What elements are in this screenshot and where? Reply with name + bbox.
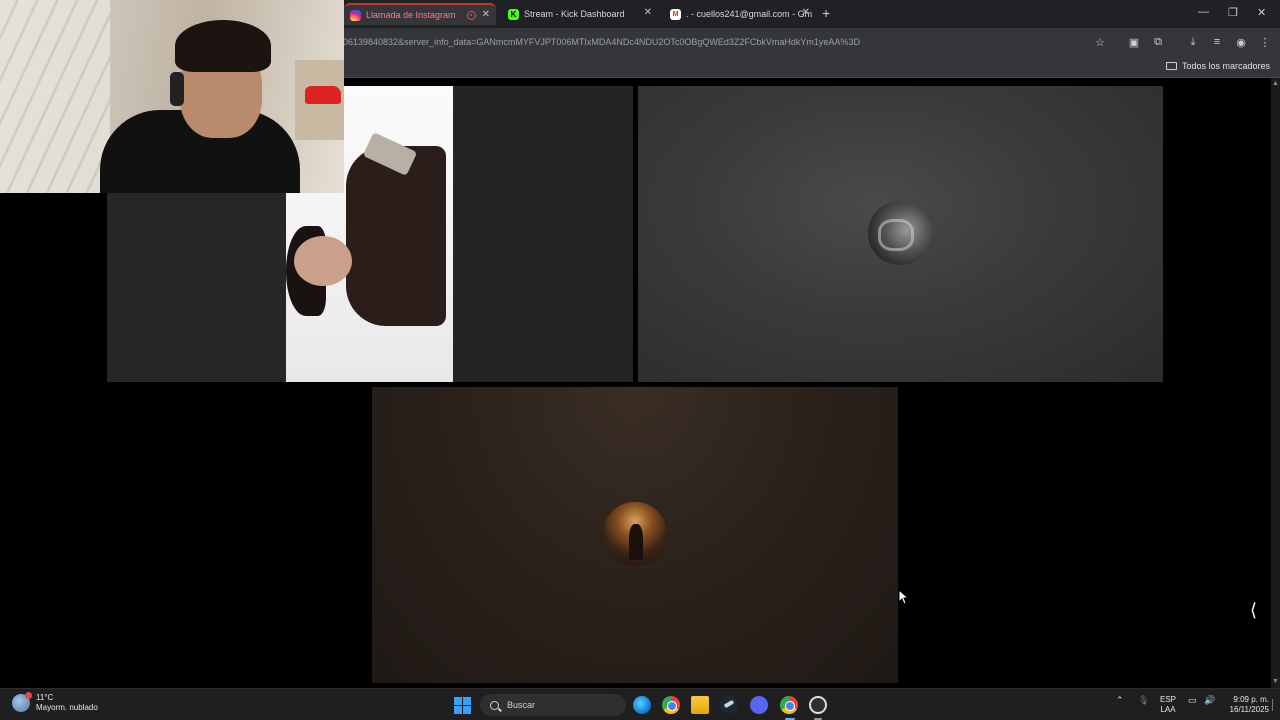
file-explorer-icon[interactable] [691, 696, 709, 714]
mouse-cursor-icon [898, 589, 910, 605]
webcam-person-hair [175, 20, 271, 72]
tab-instagram-call[interactable]: Llamada de Instagram ✕ [344, 3, 496, 25]
clock-date: 16/11/2025 [1229, 705, 1269, 714]
network-icon[interactable]: ▭ [1188, 695, 1197, 706]
chrome-icon[interactable] [662, 696, 680, 714]
language-indicator[interactable]: ESP LAA [1160, 695, 1176, 715]
video-face [294, 236, 352, 286]
profile-avatar-icon[interactable]: ◉ [1233, 34, 1249, 50]
call-tile-participant-2[interactable] [638, 86, 1163, 382]
participant-avatar [868, 201, 932, 265]
close-tab-icon[interactable]: ✕ [802, 7, 810, 18]
webcam-toy-car [305, 86, 341, 104]
chrome-icon[interactable] [780, 696, 798, 714]
scroll-down-icon[interactable]: ▼ [1272, 678, 1279, 685]
volume-icon[interactable]: 🔊 [1204, 695, 1215, 706]
close-tab-icon[interactable]: ✕ [644, 7, 652, 18]
bookmark-star-icon[interactable]: ☆ [1092, 34, 1108, 50]
system-clock[interactable]: 9:09 p. m. 16/11/2025 [1225, 695, 1269, 715]
tray-overflow-icon[interactable]: ⌃ [1116, 695, 1124, 706]
weather-widget[interactable]: 11°C Mayorm. nublado [12, 692, 98, 713]
video-letterbox [453, 86, 633, 382]
kick-icon: K [508, 8, 519, 20]
restore-icon[interactable]: ❐ [1228, 6, 1238, 19]
all-bookmarks-folder[interactable]: Todos los marcadores [1165, 61, 1270, 71]
tab-label: Stream - Kick Dashboard [524, 9, 625, 19]
bookmark-folder-label: Todos los marcadores [1181, 61, 1270, 71]
folder-icon [1165, 62, 1177, 70]
windows-start-icon[interactable] [454, 697, 471, 714]
tab-kick-dashboard[interactable]: K Stream - Kick Dashboard ✕ [502, 3, 658, 25]
windows-taskbar: 11°C Mayorm. nublado Buscar ⌃ 🎙 ESP LAA … [0, 688, 1280, 720]
screen: Llamada de Instagram ✕ K Stream - Kick D… [0, 0, 1280, 720]
lang-line1: ESP [1160, 695, 1177, 704]
weather-desc: Mayorm. nublado [36, 703, 98, 712]
tab-gmail[interactable]: M . - cuellos241@gmail.com - Gm ✕ [664, 3, 816, 25]
screen-capture-icon[interactable]: ▣ [1126, 34, 1142, 50]
video-body [346, 146, 446, 326]
steam-icon[interactable] [720, 696, 738, 714]
participant-avatar [603, 502, 667, 566]
download-icon[interactable]: ⤓ [1185, 34, 1201, 50]
instagram-icon [350, 9, 361, 21]
close-window-icon[interactable]: ✕ [1257, 6, 1266, 19]
search-placeholder: Buscar [507, 700, 536, 710]
close-tab-icon[interactable]: ✕ [482, 9, 490, 20]
recording-indicator-icon [467, 11, 476, 20]
lang-line2: LAA [1160, 705, 1176, 714]
extensions-icon[interactable]: ⧉ [1150, 34, 1166, 50]
tab-label: . - cuellos241@gmail.com - Gm [686, 9, 813, 19]
url-text[interactable]: 06139840832&server_info_data=GANmcmMYFVJ… [343, 37, 860, 47]
edge-icon[interactable] [633, 696, 651, 714]
weather-text: 11°C Mayorm. nublado [36, 693, 98, 713]
show-desktop-button[interactable] [1272, 699, 1277, 711]
streamer-webcam-overlay [0, 0, 344, 193]
new-tab-button[interactable]: + [822, 5, 830, 21]
search-icon [490, 700, 499, 710]
menu-kebab-icon[interactable]: ⋮ [1257, 34, 1273, 50]
side-panel-toggle-button[interactable]: ⟨ [1250, 600, 1257, 621]
call-tile-participant-3[interactable] [372, 387, 898, 683]
media-controls-icon[interactable]: ≡ [1209, 34, 1225, 50]
webcam-blinds [0, 0, 110, 193]
microphone-icon[interactable]: 🎙 [1138, 695, 1149, 706]
weather-cloud-icon [12, 692, 32, 712]
clock-time: 9:09 p. m. [1233, 695, 1269, 704]
scroll-up-icon[interactable]: ▲ [1272, 80, 1279, 87]
tab-label: Llamada de Instagram [366, 10, 456, 20]
obs-icon[interactable] [809, 696, 827, 714]
page-scrollbar[interactable]: ▲ ▼ [1271, 78, 1280, 688]
gmail-icon: M [670, 8, 681, 20]
taskbar-search[interactable]: Buscar [480, 694, 626, 716]
minimize-icon[interactable]: — [1198, 6, 1209, 18]
discord-icon[interactable] [750, 696, 768, 714]
weather-temp: 11°C [36, 693, 54, 702]
headset-icon [170, 72, 184, 106]
